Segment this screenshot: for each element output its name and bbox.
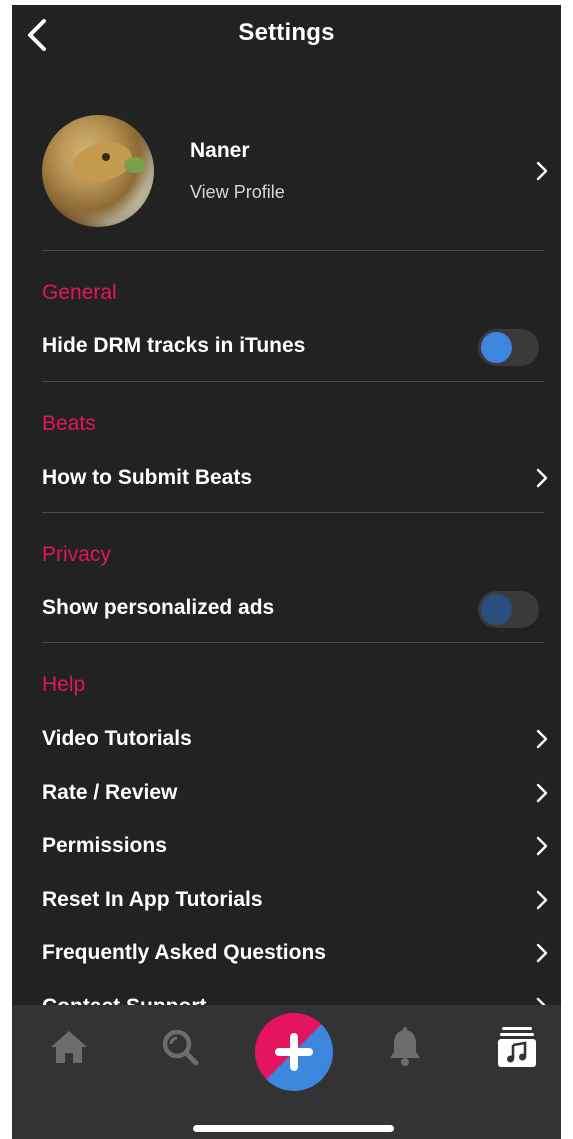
setting-video-tutorials[interactable]: Video Tutorials: [12, 715, 561, 763]
setting-label: Rate / Review: [42, 781, 178, 804]
chevron-right-icon: [536, 943, 548, 963]
toggle-knob: [481, 594, 512, 625]
setting-label: Permissions: [42, 834, 167, 857]
setting-label: Contact Support: [42, 995, 206, 1005]
settings-screen: Settings Naner View Profile General Hide…: [12, 5, 561, 1139]
setting-permissions[interactable]: Permissions: [12, 822, 561, 870]
view-profile-link[interactable]: View Profile: [190, 182, 285, 203]
setting-contact-support[interactable]: Contact Support: [12, 983, 561, 1005]
tab-notifications[interactable]: [383, 1025, 427, 1069]
chevron-right-icon: [536, 836, 548, 856]
toggle-knob: [481, 332, 512, 363]
setting-hide-drm[interactable]: Hide DRM tracks in iTunes: [12, 322, 561, 370]
setting-label: Hide DRM tracks in iTunes: [42, 334, 306, 357]
setting-label: Frequently Asked Questions: [42, 941, 326, 964]
setting-personalized-ads[interactable]: Show personalized ads: [12, 584, 561, 632]
section-title-help: Help: [42, 673, 86, 696]
tab-search[interactable]: [158, 1025, 202, 1069]
settings-list[interactable]: Naner View Profile General Hide DRM trac…: [12, 67, 561, 1005]
music-library-icon: [498, 1027, 536, 1067]
page-title: Settings: [238, 19, 335, 46]
setting-faq[interactable]: Frequently Asked Questions: [12, 929, 561, 977]
divider: [42, 250, 544, 251]
section-title-privacy: Privacy: [42, 543, 111, 566]
setting-label: How to Submit Beats: [42, 466, 253, 489]
add-button[interactable]: [255, 1013, 333, 1091]
setting-rate-review[interactable]: Rate / Review: [12, 769, 561, 817]
home-icon: [51, 1031, 87, 1063]
tab-bar: [12, 1005, 561, 1139]
hide-drm-toggle[interactable]: [478, 329, 539, 366]
chevron-right-icon: [536, 997, 546, 1005]
home-indicator[interactable]: [193, 1125, 394, 1132]
chevron-right-icon: [536, 468, 548, 488]
tab-home[interactable]: [47, 1025, 91, 1069]
avatar: [42, 115, 154, 227]
chevron-right-icon: [536, 729, 548, 749]
search-icon: [162, 1029, 199, 1066]
add-icon-vertical: [290, 1033, 298, 1071]
bell-icon: [390, 1027, 420, 1066]
divider: [42, 642, 544, 643]
personalized-ads-toggle[interactable]: [478, 591, 539, 628]
profile-name: Naner: [190, 139, 250, 162]
top-bar: Settings: [12, 5, 561, 67]
setting-how-to-submit-beats[interactable]: How to Submit Beats: [12, 454, 561, 502]
chevron-right-icon: [536, 783, 548, 803]
tab-library[interactable]: [495, 1025, 539, 1069]
divider: [42, 512, 544, 513]
setting-label: Reset In App Tutorials: [42, 888, 263, 911]
lizard-eye: [102, 153, 110, 161]
setting-label: Show personalized ads: [42, 596, 275, 619]
divider: [42, 381, 544, 382]
profile-row[interactable]: Naner View Profile: [12, 115, 561, 227]
setting-reset-tutorials[interactable]: Reset In App Tutorials: [12, 876, 561, 924]
chevron-right-icon: [536, 890, 548, 910]
chevron-right-icon[interactable]: [535, 160, 549, 182]
leaf-shape: [124, 157, 146, 173]
setting-label: Video Tutorials: [42, 727, 192, 750]
section-title-general: General: [42, 281, 117, 304]
section-title-beats: Beats: [42, 412, 96, 435]
